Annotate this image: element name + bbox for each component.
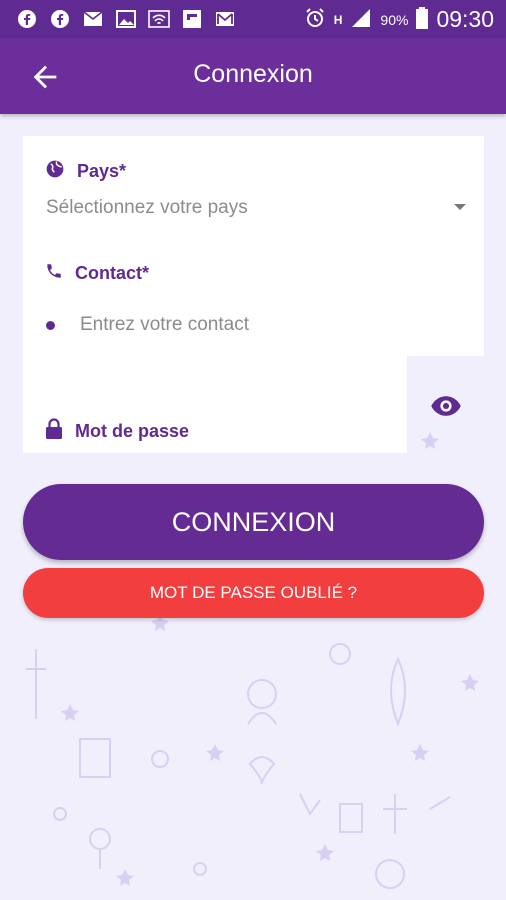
- contact-input[interactable]: Entrez votre contact: [80, 314, 249, 336]
- contact-bullet: [46, 321, 55, 330]
- clock: 09:30: [436, 6, 494, 32]
- login-button[interactable]: CONNEXION: [23, 484, 484, 560]
- network-type-label: H: [333, 12, 343, 27]
- chevron-down-icon[interactable]: [454, 204, 466, 210]
- page-title: Connexion: [193, 60, 313, 88]
- contact-label-text: Contact*: [75, 263, 150, 283]
- alarm-icon: [304, 7, 326, 33]
- facebook-icon: [49, 8, 71, 30]
- image-icon: [115, 8, 137, 30]
- password-label[interactable]: Mot de passe: [45, 418, 189, 445]
- forgot-password-button[interactable]: MOT DE PASSE OUBLIÉ ?: [23, 568, 484, 618]
- country-label: Pays*: [45, 159, 126, 184]
- wifi-icon: [148, 8, 170, 30]
- password-label-text: Mot de passe: [75, 421, 190, 441]
- gmail-icon: [214, 8, 236, 30]
- battery-icon: [416, 6, 429, 33]
- status-right: H 90% 09:30: [304, 6, 494, 33]
- eye-icon[interactable]: [429, 392, 463, 420]
- notification-icons: [16, 8, 236, 30]
- facebook-icon: [16, 8, 38, 30]
- flipboard-icon: [181, 8, 203, 30]
- mail-icon: [82, 8, 104, 30]
- country-select[interactable]: Sélectionnez votre pays: [46, 197, 248, 219]
- phone-icon: [45, 262, 63, 285]
- battery-percent: 90%: [380, 11, 409, 28]
- app-bar: Connexion: [0, 38, 506, 114]
- lock-icon: [45, 418, 63, 445]
- status-bar: H 90% 09:30: [0, 0, 506, 38]
- contact-label: Contact*: [45, 262, 149, 285]
- globe-icon: [45, 159, 65, 184]
- signal-icon: [350, 8, 372, 32]
- country-label-text: Pays*: [77, 161, 127, 181]
